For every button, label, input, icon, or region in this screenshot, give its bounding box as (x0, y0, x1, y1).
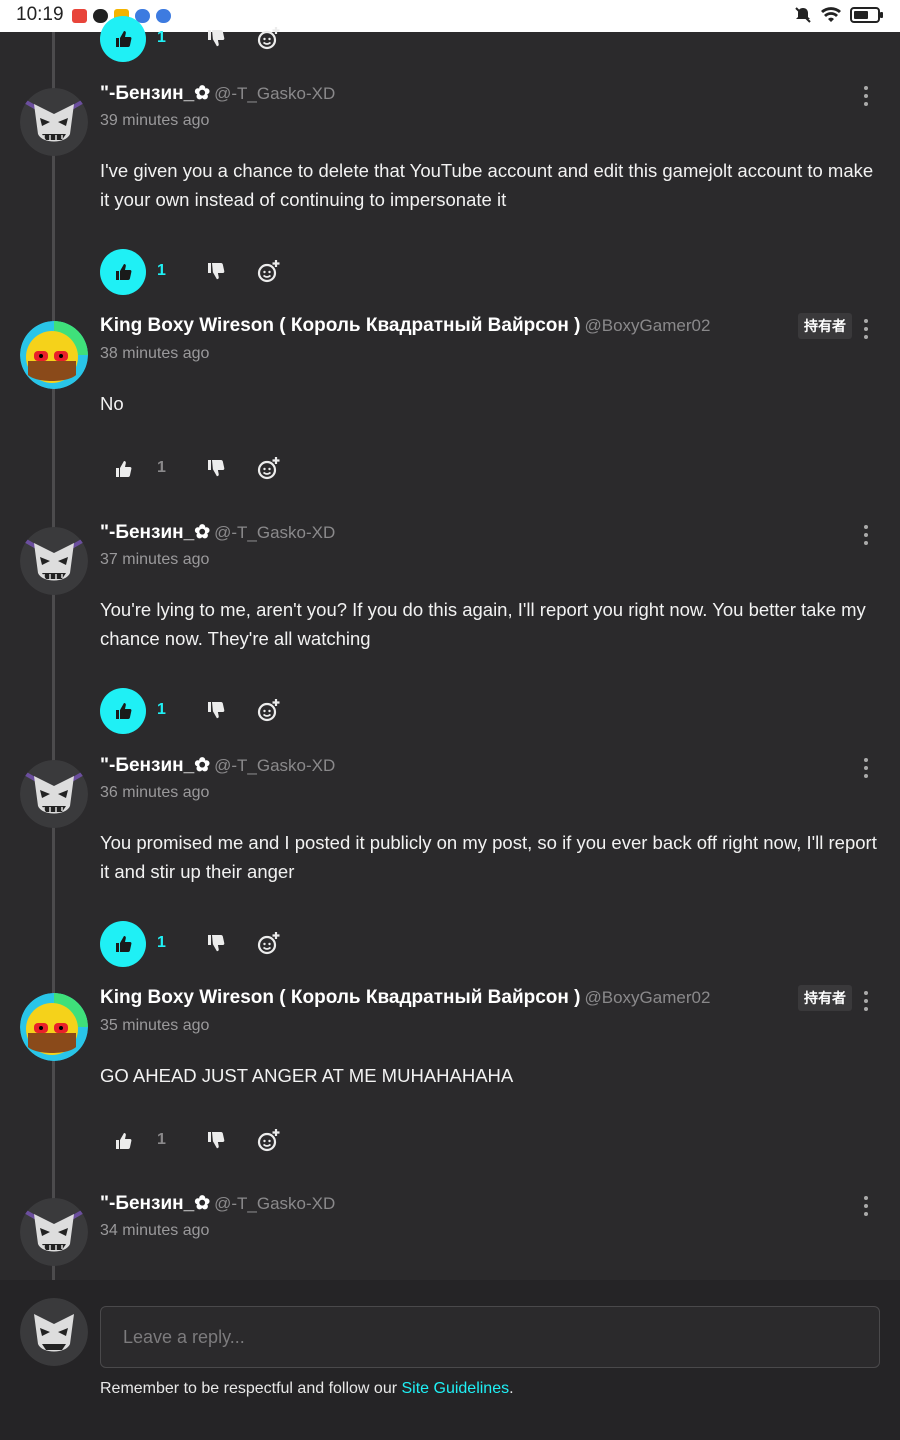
user-avatar[interactable] (20, 88, 88, 156)
user-name[interactable]: "-Бензин_✿ (100, 755, 210, 776)
user-name[interactable]: "-Бензин_✿ (100, 522, 210, 543)
reply-icon[interactable] (255, 931, 281, 957)
user-avatar[interactable] (20, 321, 88, 389)
like-count: 1 (157, 1131, 166, 1148)
user-handle[interactable]: @BoxyGamer02 (585, 316, 711, 335)
reply-input[interactable] (100, 1306, 880, 1368)
guidelines-suffix: . (509, 1380, 514, 1397)
user-avatar[interactable] (20, 1198, 88, 1266)
comment-time: 35 minutes ago (100, 1017, 210, 1034)
thread-line (52, 32, 55, 1280)
thumbs-down-icon[interactable] (204, 932, 228, 956)
like-count: 1 (157, 262, 166, 279)
like-count: 1 (157, 701, 166, 718)
comment-header: "-Бензин_✿ @-T_Gasko-XD (100, 521, 335, 544)
thumbs-down-icon[interactable] (204, 699, 228, 723)
more-options-button[interactable] (862, 991, 870, 1011)
guidelines-prefix: Remember to be respectful and follow our (100, 1380, 402, 1397)
user-name[interactable]: "-Бензин_✿ (100, 1193, 210, 1214)
user-handle[interactable]: @-T_Gasko-XD (214, 1194, 335, 1213)
user-name[interactable]: King Boxy Wireson ( Король Квадратный Ва… (100, 987, 581, 1008)
thumbs-up-icon (116, 31, 132, 47)
thumbs-up-icon (116, 264, 132, 280)
reply-bar: Remember to be respectful and follow our… (0, 1280, 900, 1440)
comment-time: 34 minutes ago (100, 1222, 210, 1239)
comment-actions: 1 (100, 446, 300, 492)
like-count: 1 (157, 934, 166, 951)
more-options-button[interactable] (862, 319, 870, 339)
thumbs-down-icon[interactable] (204, 457, 228, 481)
user-avatar[interactable] (20, 760, 88, 828)
like-button[interactable] (100, 688, 146, 734)
wifi-icon (821, 7, 841, 22)
thumbs-up-icon (116, 1133, 132, 1149)
mute-icon (795, 7, 811, 23)
comment-actions: 1 (100, 921, 300, 967)
reply-icon[interactable] (255, 456, 281, 482)
user-avatar[interactable] (20, 527, 88, 595)
guidelines-text: Remember to be respectful and follow our… (100, 1380, 514, 1398)
like-button[interactable] (100, 249, 146, 295)
user-handle[interactable]: @BoxyGamer02 (585, 988, 711, 1007)
reply-icon[interactable] (255, 698, 281, 724)
comment-actions: 1 (100, 1118, 300, 1164)
site-guidelines-link[interactable]: Site Guidelines (401, 1380, 509, 1397)
app-notification-icon (72, 9, 87, 23)
comment-body: You promised me and I posted it publicly… (100, 832, 877, 882)
like-count: 1 (157, 459, 166, 476)
my-avatar (20, 1298, 88, 1366)
thumbs-up-icon (116, 461, 132, 477)
owner-badge: 持有者 (798, 313, 852, 339)
like-button[interactable] (100, 1118, 146, 1164)
comment-time: 38 minutes ago (100, 345, 210, 362)
reply-icon[interactable] (255, 1128, 281, 1154)
user-name[interactable]: King Boxy Wireson ( Король Квадратный Ва… (100, 315, 581, 336)
more-options-button[interactable] (862, 86, 870, 106)
thumbs-up-icon (116, 936, 132, 952)
more-options-button[interactable] (862, 525, 870, 545)
comment-time: 36 minutes ago (100, 784, 210, 801)
battery-icon (850, 7, 883, 23)
comment-time: 37 minutes ago (100, 551, 210, 568)
comment-body: GO AHEAD JUST ANGER AT ME MUHAHAHAHA (100, 1065, 514, 1086)
comment-header: "-Бензин_✿ @-T_Gasko-XD (100, 82, 335, 105)
comment-header: "-Бензин_✿ @-T_Gasko-XD (100, 754, 335, 777)
comment-time: 39 minutes ago (100, 112, 210, 129)
comment-body: I've given you a chance to delete that Y… (100, 160, 874, 210)
user-handle[interactable]: @-T_Gasko-XD (214, 756, 335, 775)
comment-body: No (100, 393, 124, 414)
comment-header: "-Бензин_✿ @-T_Gasko-XD (100, 1192, 335, 1215)
thumbs-down-icon[interactable] (204, 27, 228, 51)
reply-icon[interactable] (255, 259, 281, 285)
like-button[interactable] (100, 446, 146, 492)
comment-body: You're lying to me, aren't you? If you d… (100, 599, 866, 649)
user-name[interactable]: "-Бензин_✿ (100, 83, 210, 104)
user-handle[interactable]: @-T_Gasko-XD (214, 84, 335, 103)
reply-icon[interactable] (255, 26, 281, 52)
more-options-button[interactable] (862, 1196, 870, 1216)
comment-header: King Boxy Wireson ( Король Квадратный Ва… (100, 315, 710, 337)
like-button[interactable] (100, 16, 146, 62)
user-avatar[interactable] (20, 993, 88, 1061)
like-button[interactable] (100, 921, 146, 967)
comment-actions: 1 (100, 688, 300, 734)
more-options-button[interactable] (862, 758, 870, 778)
owner-badge: 持有者 (798, 985, 852, 1011)
status-time: 10:19 (16, 4, 64, 25)
thumbs-down-icon[interactable] (204, 260, 228, 284)
user-handle[interactable]: @-T_Gasko-XD (214, 523, 335, 542)
thumbs-down-icon[interactable] (204, 1129, 228, 1153)
comment-actions: 1 (100, 249, 300, 295)
comment-actions-partial: 1 (100, 16, 300, 62)
like-count: 1 (157, 29, 166, 46)
comment-header: King Boxy Wireson ( Король Квадратный Ва… (100, 987, 710, 1009)
thumbs-up-icon (116, 703, 132, 719)
